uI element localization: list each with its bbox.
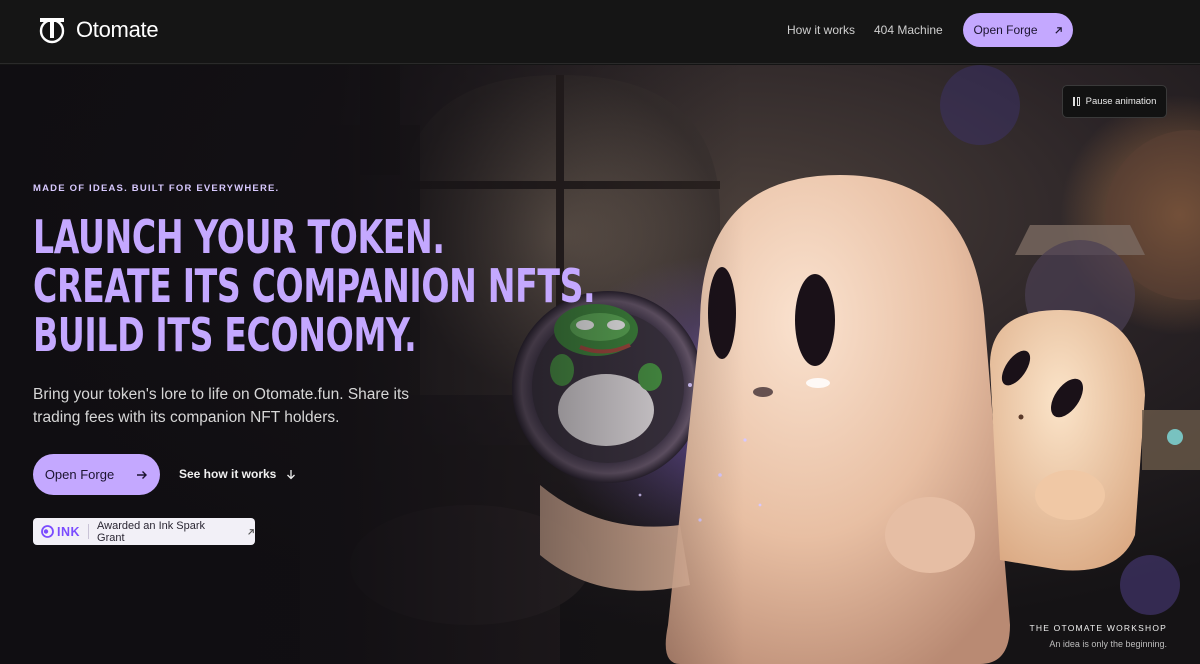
headline-line-1: LAUNCH YOUR TOKEN. <box>33 210 445 264</box>
ink-mark-icon <box>41 525 54 538</box>
open-forge-header-button[interactable]: Open Forge <box>963 13 1073 47</box>
badge-divider <box>88 524 90 539</box>
ink-logo-text: ink <box>57 524 81 539</box>
arrow-up-right-icon <box>248 528 254 535</box>
headline-line-3: BUILD ITS ECONOMY. <box>33 308 417 362</box>
hero-subtext: Bring your token's lore to life on Otoma… <box>33 386 410 426</box>
pause-animation-button[interactable]: Pause animation <box>1062 85 1167 118</box>
ink-logo: ink <box>41 525 80 539</box>
otomate-logo-icon <box>39 18 65 44</box>
hero-eyebrow: MADE OF IDEAS. BUILT FOR EVERYWHERE. <box>33 183 280 194</box>
scene-caption-title: THE OTOMATE WORKSHOP <box>1029 623 1167 633</box>
open-forge-hero-button[interactable]: Open Forge <box>33 454 160 495</box>
see-how-it-works-label: See how it works <box>179 467 277 481</box>
nav-link-how-it-works[interactable]: How it works <box>787 23 855 37</box>
open-forge-hero-label: Open Forge <box>44 467 115 482</box>
arrow-down-icon <box>287 469 296 479</box>
top-navigation-bar: Otomate How it works 404 Machine Open Fo… <box>0 0 1200 64</box>
arrow-up-right-icon <box>1054 26 1062 34</box>
hero-headline: LAUNCH YOUR TOKEN. CREATE ITS COMPANION … <box>33 210 596 362</box>
arrow-right-icon <box>137 470 148 479</box>
brand-name: Otomate <box>76 17 159 42</box>
pause-icon <box>1072 97 1080 106</box>
ink-spark-grant-badge[interactable]: ink Awarded an Ink Spark Grant <box>33 518 255 545</box>
headline-line-2: CREATE ITS COMPANION NFTS. <box>33 259 596 313</box>
nav-link-404-machine[interactable]: 404 Machine <box>874 23 943 37</box>
see-how-it-works-link[interactable]: See how it works <box>179 464 296 484</box>
pause-animation-label: Pause animation <box>1085 96 1157 107</box>
badge-text: Awarded an Ink Spark Grant <box>97 519 206 544</box>
hero-gradient-overlay <box>0 65 1200 664</box>
hero-section: Pause animation MADE OF IDEAS. BUILT FOR… <box>0 65 1200 664</box>
open-forge-label: Open Forge <box>973 23 1038 37</box>
scene-caption-subtitle: An idea is only the beginning. <box>1049 639 1167 649</box>
brand-logo[interactable]: Otomate <box>38 16 159 44</box>
